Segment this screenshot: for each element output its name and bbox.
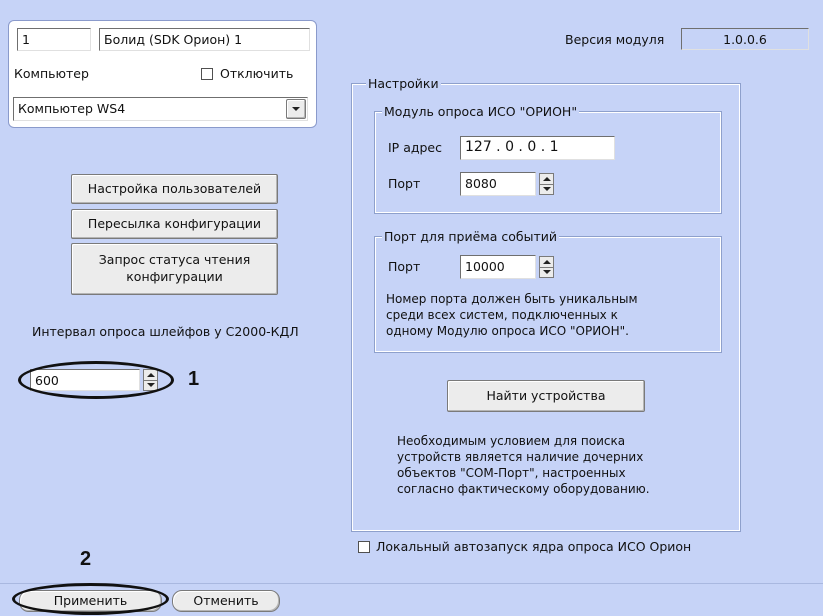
- events-port-legend: Порт для приёма событий: [382, 229, 559, 244]
- callout-ellipse-1: [18, 361, 174, 399]
- settings-legend: Настройки: [366, 76, 441, 91]
- module-version-field: 1.0.0.6: [681, 28, 809, 50]
- ip-address-label: IP адрес: [388, 140, 442, 155]
- arrow-up-icon: [543, 177, 551, 181]
- object-name-field[interactable]: Болид (SDK Орион) 1: [99, 28, 310, 51]
- computer-select-value: Компьютер WS4: [18, 101, 126, 116]
- callout-number-1: 1: [188, 368, 200, 390]
- send-config-button[interactable]: Пересылка конфигурации: [71, 209, 278, 239]
- disable-label: Отключить: [220, 66, 294, 81]
- read-status-line2: конфигурации: [126, 269, 223, 284]
- read-status-button[interactable]: Запрос статуса чтения конфигурации: [71, 243, 278, 295]
- events-port-label: Порт: [388, 259, 421, 274]
- arrow-down-icon: [543, 270, 551, 274]
- port-field[interactable]: 8080: [460, 172, 536, 196]
- ip-address-field[interactable]: 127 . 0 . 0 . 1: [460, 136, 615, 160]
- note-line: устройств является наличие дочерних: [397, 450, 644, 464]
- note-line: объектов "COM-Порт", настроенных: [397, 466, 626, 480]
- note-line: Необходимым условием для поиска: [397, 434, 626, 448]
- module-polling-group: [375, 112, 721, 213]
- cancel-button[interactable]: Отменить: [172, 590, 280, 612]
- local-autostart-checkbox[interactable]: [358, 541, 370, 553]
- read-status-line1: Запрос статуса чтения: [98, 252, 251, 267]
- computer-label: Компьютер: [14, 66, 89, 81]
- note-line: одному Модулю опроса ИСО "ОРИОН".: [386, 324, 629, 338]
- note-line: Номер порта должен быть уникальным: [386, 292, 638, 306]
- events-port-field[interactable]: 10000: [460, 255, 536, 279]
- note-line: согласно фактическому оборудованию.: [397, 482, 650, 496]
- computer-select[interactable]: Компьютер WS4: [13, 97, 308, 121]
- arrow-down-icon: [543, 187, 551, 191]
- find-devices-button[interactable]: Найти устройства: [447, 380, 645, 412]
- callout-ellipse-2: [12, 583, 169, 615]
- polling-interval-label: Интервал опроса шлейфов у С2000-КДЛ: [32, 324, 299, 339]
- find-devices-note: Необходимым условием для поиска устройст…: [397, 433, 650, 497]
- local-autostart-label: Локальный автозапуск ядра опроса ИСО Ори…: [376, 539, 692, 554]
- note-line: среди всех систем, подключенных к: [386, 308, 618, 322]
- computer-dropdown-button[interactable]: [286, 99, 306, 119]
- users-settings-button[interactable]: Настройка пользователей: [71, 174, 278, 204]
- object-id-field[interactable]: 1: [17, 28, 91, 51]
- events-port-stepper[interactable]: [539, 256, 554, 278]
- module-version-label: Версия модуля: [565, 32, 665, 47]
- arrow-up-icon: [543, 260, 551, 264]
- port-stepper[interactable]: [539, 173, 554, 195]
- disable-checkbox[interactable]: [201, 68, 213, 80]
- callout-number-2: 2: [80, 548, 92, 570]
- events-port-note: Номер порта должен быть уникальным среди…: [386, 291, 638, 339]
- chevron-down-icon: [292, 107, 300, 111]
- port-label: Порт: [388, 176, 421, 191]
- module-polling-legend: Модуль опроса ИСО "ОРИОН": [382, 104, 580, 119]
